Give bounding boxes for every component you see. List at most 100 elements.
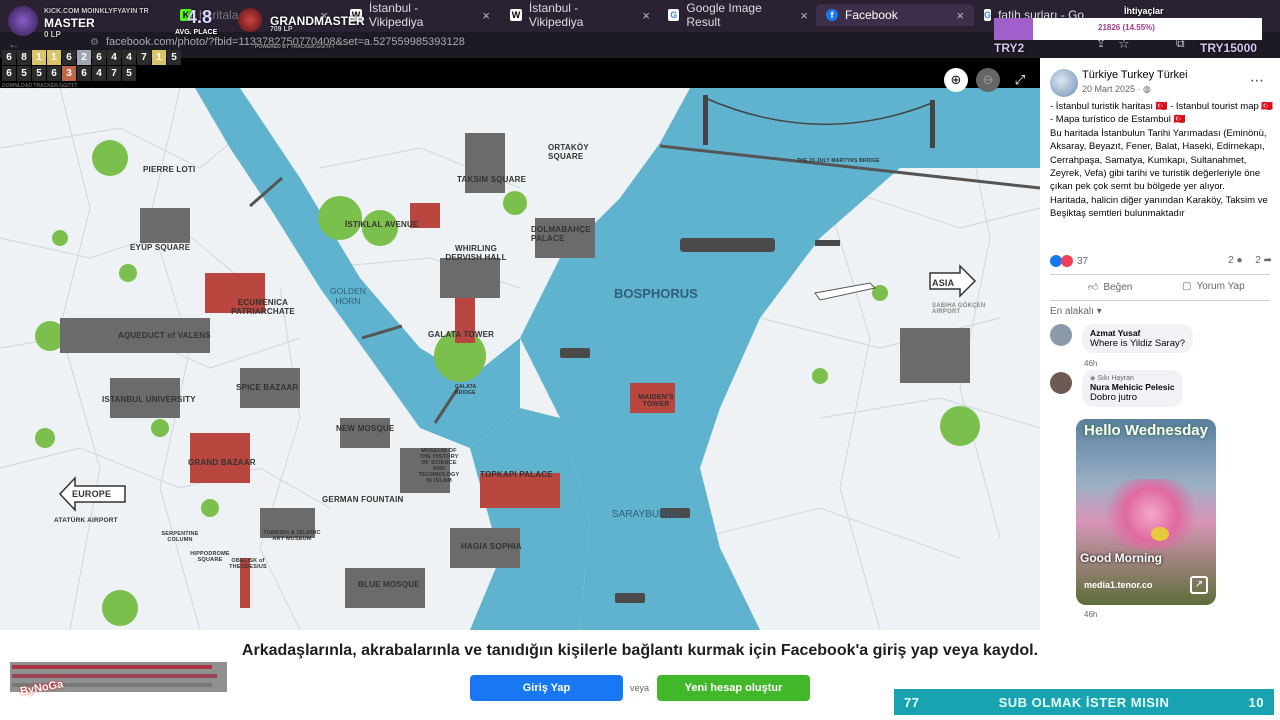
post-text-line: - İstanbul turistik haritası 🇹🇷 - Istanb… [1050,101,1274,126]
kick-channel-label: KICK.COM MOINKLYFYAYIN TR [44,8,149,15]
signup-button[interactable]: Yeni hesap oluştur [657,675,810,701]
tab-label: İstanbul - Vikipediya [528,1,584,29]
map-label: SARAYBURNU [612,509,681,520]
login-prompt-text: Arkadaşlarınla, akrabalarınla ve tanıdığ… [241,642,1039,659]
photo-viewer: PIERRE LOTI EYÜP SQUARE İSTIKLAL AVENUE … [0,58,1040,630]
rank-emblem-icon [8,6,38,36]
map-label: GALATA TOWER [428,330,495,339]
comment-button[interactable]: ▢ Yorum Yap [1182,281,1245,292]
gif-source[interactable]: media1.tenor.co [1084,580,1153,590]
chat-line [12,665,212,669]
post-text-line: Bu haritada İstanbulun Tarihi Yarımadası… [1050,127,1267,193]
love-reaction-icon [1061,255,1073,267]
post-date[interactable]: 20 Mart 2025 · ◍ [1082,84,1151,95]
fan-badge: ◈ Sıkı Hayran [1090,374,1175,382]
more-options-icon[interactable]: ⋯ [1250,72,1264,89]
map-label: HIPPODROME SQUARE [190,551,230,563]
map-label: AQUEDUCT of VALENS [118,331,211,340]
bird-icon [1151,527,1169,541]
zoom-out-icon[interactable]: ⊖ [976,68,1000,92]
google-icon: G [984,9,992,21]
subscribe-banner: 77 SUB OLMAK İSTER MISIN 10 [894,689,1274,715]
close-icon[interactable]: × [800,8,808,23]
placement-box: 5 [167,50,181,65]
avatar[interactable] [1050,372,1072,394]
map-label: DOLMABAHÇE PALACE [531,225,591,243]
comment-author[interactable]: Nura Mehicic Pelesic [1090,382,1175,392]
map-label: ECUMENICA PATRIARCHATE [231,298,295,316]
chevron-down-icon: ▾ [1096,306,1102,317]
gif-title: Hello Wednesday [1084,422,1208,439]
map-label: MUSEUM OF THE HISTORY OF SCIENCE AND TEC… [418,448,460,484]
placement-box: 5 [17,66,31,81]
comment-sort-dropdown[interactable]: En alakalı ▾ [1050,306,1102,317]
map-label: TURKISH & ISLAMIC ART MUSEUM [263,530,321,542]
goal-progress-text: 21826 (14.55%) [1098,23,1155,32]
comment-icon: ● [1236,255,1243,266]
tab-facebook[interactable]: f Facebook × [816,4,974,26]
sub-left-count: 77 [904,694,920,710]
map-label: GOLDEN HORN [330,286,366,306]
badge-text: Sıkı Hayran [1097,375,1134,382]
shares-count[interactable]: 2 [1255,255,1261,266]
map-label: EUROPE [72,489,112,499]
rank-lp: 0 LP [44,30,61,39]
placement-box: 5 [122,66,136,81]
close-icon[interactable]: × [642,8,650,23]
placement-box: 1 [47,50,61,65]
goal-overlay: İhtiyaçlar 21826 (14.55%) TRY2 TRY15000 [994,4,1268,56]
divider [1050,300,1270,301]
placement-box: 1 [152,50,166,65]
map-label: SPICE BAZAAR [236,383,299,392]
placement-box: 1 [32,50,46,65]
post-date-text: 20 Mart 2025 · [1082,84,1144,94]
reaction-count: 37 [1077,255,1089,267]
placement-box: 4 [107,50,121,65]
share-icon: ➦ [1263,255,1272,266]
placement-box: 6 [77,66,91,81]
gif-caption: Good Morning [1080,551,1162,565]
map-label: PIERRE LOTI [143,165,196,174]
fullscreen-icon[interactable]: ⤢ [1008,68,1032,92]
avatar[interactable] [1050,324,1072,346]
flower-branch [1096,479,1206,549]
reaction-summary[interactable]: 37 [1050,255,1088,267]
sub-right-count: 10 [1248,694,1264,710]
comment-author[interactable]: Azmat Yusaf [1090,328,1185,338]
avatar[interactable] [1050,69,1078,97]
powered-by: POWERED BY TRACKER.GG/TFT [255,44,335,50]
placement-box: 7 [137,50,151,65]
gif-attachment[interactable]: Hello Wednesday Good Morning media1.teno… [1076,419,1216,605]
wikipedia-icon: W [510,9,522,21]
rank-title: MASTER [44,16,95,30]
placement-box: 6 [2,50,16,65]
sort-label: En alakalı [1050,306,1094,317]
placement-box: 4 [92,66,106,81]
map-label: SERPENTINE COLUMN [161,531,199,543]
post-author[interactable]: Türkiye Turkey Türkei [1082,69,1188,81]
open-external-icon[interactable]: ↗ [1190,576,1208,594]
comments-count[interactable]: 2 [1228,255,1234,266]
login-button[interactable]: Giriş Yap [470,675,623,701]
sub-text: SUB OLMAK İSTER MISIN [998,694,1170,710]
chat-line [12,674,217,678]
map-label: GALATA BRIDGE [455,384,477,396]
or-label: veya [630,683,650,693]
comment: Azmat Yusaf Where is Yildiz Saray? [1082,324,1194,353]
comment-time[interactable]: 46h [1084,359,1097,368]
goal-right-label: TRY15000 [1200,41,1257,55]
close-icon[interactable]: × [482,8,490,23]
comment-share-counts: 2 ● 2 ➦ [1228,255,1272,266]
map-label: BLUE MOSQUE [358,580,420,589]
avg-place-value: 4.8 [187,7,213,27]
like-button[interactable]: 👍︎ Beğen [1088,281,1133,294]
tab-google-image[interactable]: G Google Image Result × [658,1,818,29]
like-label: Beğen [1103,281,1133,293]
close-icon[interactable]: × [956,8,964,23]
zoom-in-icon[interactable]: ⊕ [944,68,968,92]
comment-time[interactable]: 46h [1084,610,1097,619]
map-label: WHIRLING DERVISH HALL [445,244,507,262]
placement-box: 2 [77,50,91,65]
goal-left-label: TRY2 [994,41,1025,55]
tab-wiki-2[interactable]: W İstanbul - Vikipediya × [500,1,660,29]
